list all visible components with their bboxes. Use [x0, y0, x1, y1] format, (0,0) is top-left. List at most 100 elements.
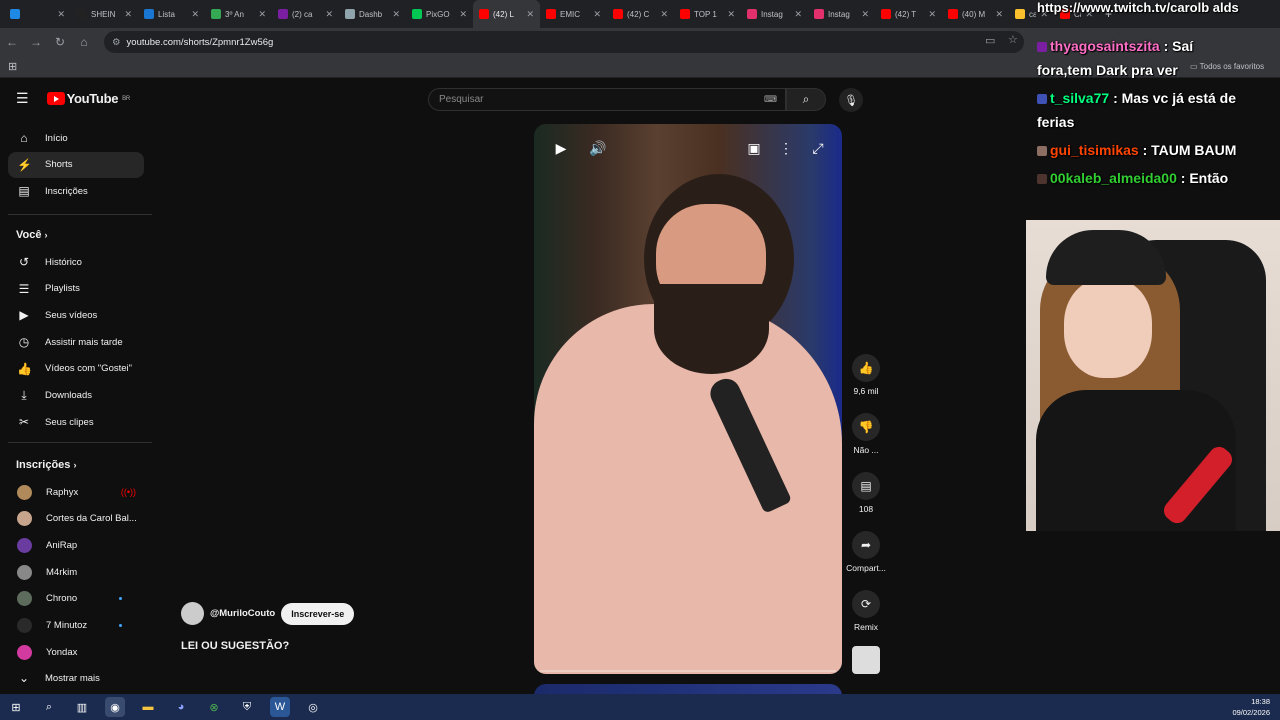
xbox-icon[interactable]: ⊗: [204, 697, 224, 717]
sidebar-item-label: Assistir mais tarde: [45, 336, 123, 348]
close-icon[interactable]: ✕: [995, 9, 1003, 20]
search-input[interactable]: Pesquisar ⌨: [428, 88, 786, 111]
channel-name[interactable]: @MuriloCouto: [210, 608, 275, 619]
menu-icon[interactable]: ☰: [16, 90, 29, 107]
close-icon[interactable]: ✕: [191, 9, 199, 20]
sidebar-item-cortes-da-carol-bal-[interactable]: Cortes da Carol Bal...: [8, 506, 144, 532]
close-icon[interactable]: ✕: [727, 9, 735, 20]
url-field[interactable]: ⚙ youtube.com/shorts/Zpmnr1Zw56g: [104, 31, 1024, 53]
sidebar-item-seus-clipes[interactable]: ✂ Seus clipes: [8, 409, 144, 435]
chevron-right-icon: ›: [73, 460, 77, 470]
browser-tab[interactable]: EMIC ✕: [540, 0, 607, 28]
subscribe-button[interactable]: Inscrever-se: [281, 602, 355, 625]
browser-tab[interactable]: PixGO ✕: [406, 0, 473, 28]
close-icon[interactable]: ✕: [861, 9, 869, 20]
all-favorites[interactable]: ▭ Todos os favoritos: [1190, 62, 1264, 71]
volume-icon[interactable]: 🔊: [586, 136, 610, 160]
short-video-player[interactable]: ▶ 🔊 ▣ ⋮ ⤢: [534, 124, 842, 674]
remix-button[interactable]: ⟳ Remix: [842, 590, 890, 632]
close-icon[interactable]: ✕: [325, 9, 333, 20]
browser-tab[interactable]: (40) M ✕: [942, 0, 1009, 28]
search-button[interactable]: ⌕: [786, 88, 826, 111]
subscriptions-section-header[interactable]: Inscrições ›: [16, 459, 76, 471]
system-clock[interactable]: 18:38 09/02/2026: [1232, 696, 1270, 718]
chrome-icon[interactable]: ◉: [105, 697, 125, 717]
task-view-icon[interactable]: ▥: [72, 697, 92, 717]
tab-favicon-icon: [479, 9, 489, 19]
close-icon[interactable]: ✕: [593, 9, 601, 20]
sidebar-item-hist-rico[interactable]: ↺ Histórico: [8, 249, 144, 275]
sidebar-item-inscri-es[interactable]: ▤ Inscrições: [8, 178, 144, 204]
cast-icon[interactable]: ▭: [985, 34, 995, 47]
youtube-logo[interactable]: YouTube BR: [46, 91, 130, 106]
keyboard-icon[interactable]: ⌨: [764, 94, 777, 105]
sidebar-divider: [8, 214, 152, 215]
close-icon[interactable]: ✕: [660, 9, 668, 20]
browser-tab[interactable]: Instag ✕: [808, 0, 875, 28]
sidebar-item-assistir-mais-tarde[interactable]: ◷ Assistir mais tarde: [8, 329, 144, 355]
video-progress-bar[interactable]: [540, 670, 836, 672]
browser-tab[interactable]: 3º An ✕: [205, 0, 272, 28]
close-icon[interactable]: ✕: [392, 9, 400, 20]
you-section-header[interactable]: Você ›: [16, 229, 48, 241]
browser-tab[interactable]: (2) ca ✕: [272, 0, 339, 28]
sidebar-item-yondax[interactable]: Yondax: [8, 639, 144, 665]
voice-search-button[interactable]: 🎙: [839, 88, 863, 112]
share-button[interactable]: ➦ Compart...: [842, 531, 890, 573]
home-button-icon[interactable]: ⌂: [72, 35, 96, 49]
browser-tab[interactable]: Dashb ✕: [339, 0, 406, 28]
close-icon[interactable]: ✕: [794, 9, 802, 20]
back-icon[interactable]: ←: [0, 35, 24, 49]
word-icon[interactable]: W: [270, 697, 290, 717]
channel-avatar[interactable]: [181, 602, 204, 625]
comments-button[interactable]: ▤ 108: [842, 472, 890, 514]
security-shield-icon[interactable]: ⛨: [237, 697, 257, 717]
close-icon[interactable]: ✕: [124, 9, 132, 20]
browser-tab[interactable]: Instag ✕: [741, 0, 808, 28]
discord-icon[interactable]: ◕: [171, 697, 191, 717]
close-icon[interactable]: ✕: [928, 9, 936, 20]
sidebar-item-m4rkim[interactable]: M4rkim: [8, 559, 144, 585]
close-icon[interactable]: ✕: [258, 9, 266, 20]
captions-icon[interactable]: ▣: [742, 136, 766, 160]
sidebar-item-shorts[interactable]: ⚡ Shorts: [8, 151, 144, 178]
fullscreen-icon[interactable]: ⤢: [806, 136, 830, 160]
sidebar-item-chrono[interactable]: Chrono: [8, 586, 144, 612]
browser-tab[interactable]: (42) T ✕: [875, 0, 942, 28]
more-options-icon[interactable]: ⋮: [774, 136, 798, 160]
sidebar-item-downloads[interactable]: ⤓ Downloads: [8, 383, 144, 409]
search-icon[interactable]: ⌕: [39, 697, 59, 717]
obs-icon[interactable]: ◎: [303, 697, 323, 717]
play-icon[interactable]: ▶: [549, 136, 573, 160]
dislike-button[interactable]: 👎 Não ...: [842, 413, 890, 455]
site-info-icon[interactable]: ⚙: [112, 37, 121, 48]
file-explorer-icon[interactable]: ▬: [138, 697, 158, 717]
browser-tab[interactable]: Lista ✕: [138, 0, 205, 28]
like-button[interactable]: 👍 9,6 mil: [842, 354, 890, 396]
close-icon[interactable]: ✕: [526, 9, 534, 20]
apps-grid-icon[interactable]: ⊞: [8, 60, 17, 73]
browser-tab[interactable]: TOP 1 ✕: [674, 0, 741, 28]
browser-tab[interactable]: ✕: [4, 0, 71, 28]
windows-start-icon[interactable]: ⊞: [6, 697, 26, 717]
browser-tab[interactable]: SHEIN ✕: [71, 0, 138, 28]
tab-title: (40) M: [962, 9, 986, 19]
browser-tab[interactable]: (42) C ✕: [607, 0, 674, 28]
close-icon[interactable]: ✕: [459, 9, 467, 20]
browser-tab[interactable]: (42) L ✕: [473, 0, 540, 28]
sidebar-item-in-cio[interactable]: ⌂ Início: [8, 125, 144, 151]
channel-avatar-small[interactable]: [842, 646, 890, 678]
close-icon[interactable]: ✕: [57, 9, 65, 20]
sidebar-item-anirap[interactable]: AniRap: [8, 532, 144, 558]
tab-favicon-icon: [613, 9, 623, 19]
sidebar-item-raphyx[interactable]: Raphyx ((•)): [8, 479, 144, 505]
forward-icon[interactable]: →: [24, 35, 48, 49]
sidebar-item-seus-v-deos[interactable]: ▶ Seus vídeos: [8, 302, 144, 328]
bookmark-star-icon[interactable]: ☆: [1008, 33, 1018, 46]
sidebar-item-v-deos-com-gostei-[interactable]: 👍 Vídeos com "Gostei": [8, 356, 144, 382]
sidebar-item-7-minutoz[interactable]: 7 Minutoz: [8, 613, 144, 639]
reload-icon[interactable]: ↻: [48, 35, 72, 49]
show-more-button[interactable]: ⌄ Mostrar mais: [8, 665, 144, 691]
tab-favicon-icon: [77, 9, 87, 19]
sidebar-item-playlists[interactable]: ☰ Playlists: [8, 276, 144, 302]
